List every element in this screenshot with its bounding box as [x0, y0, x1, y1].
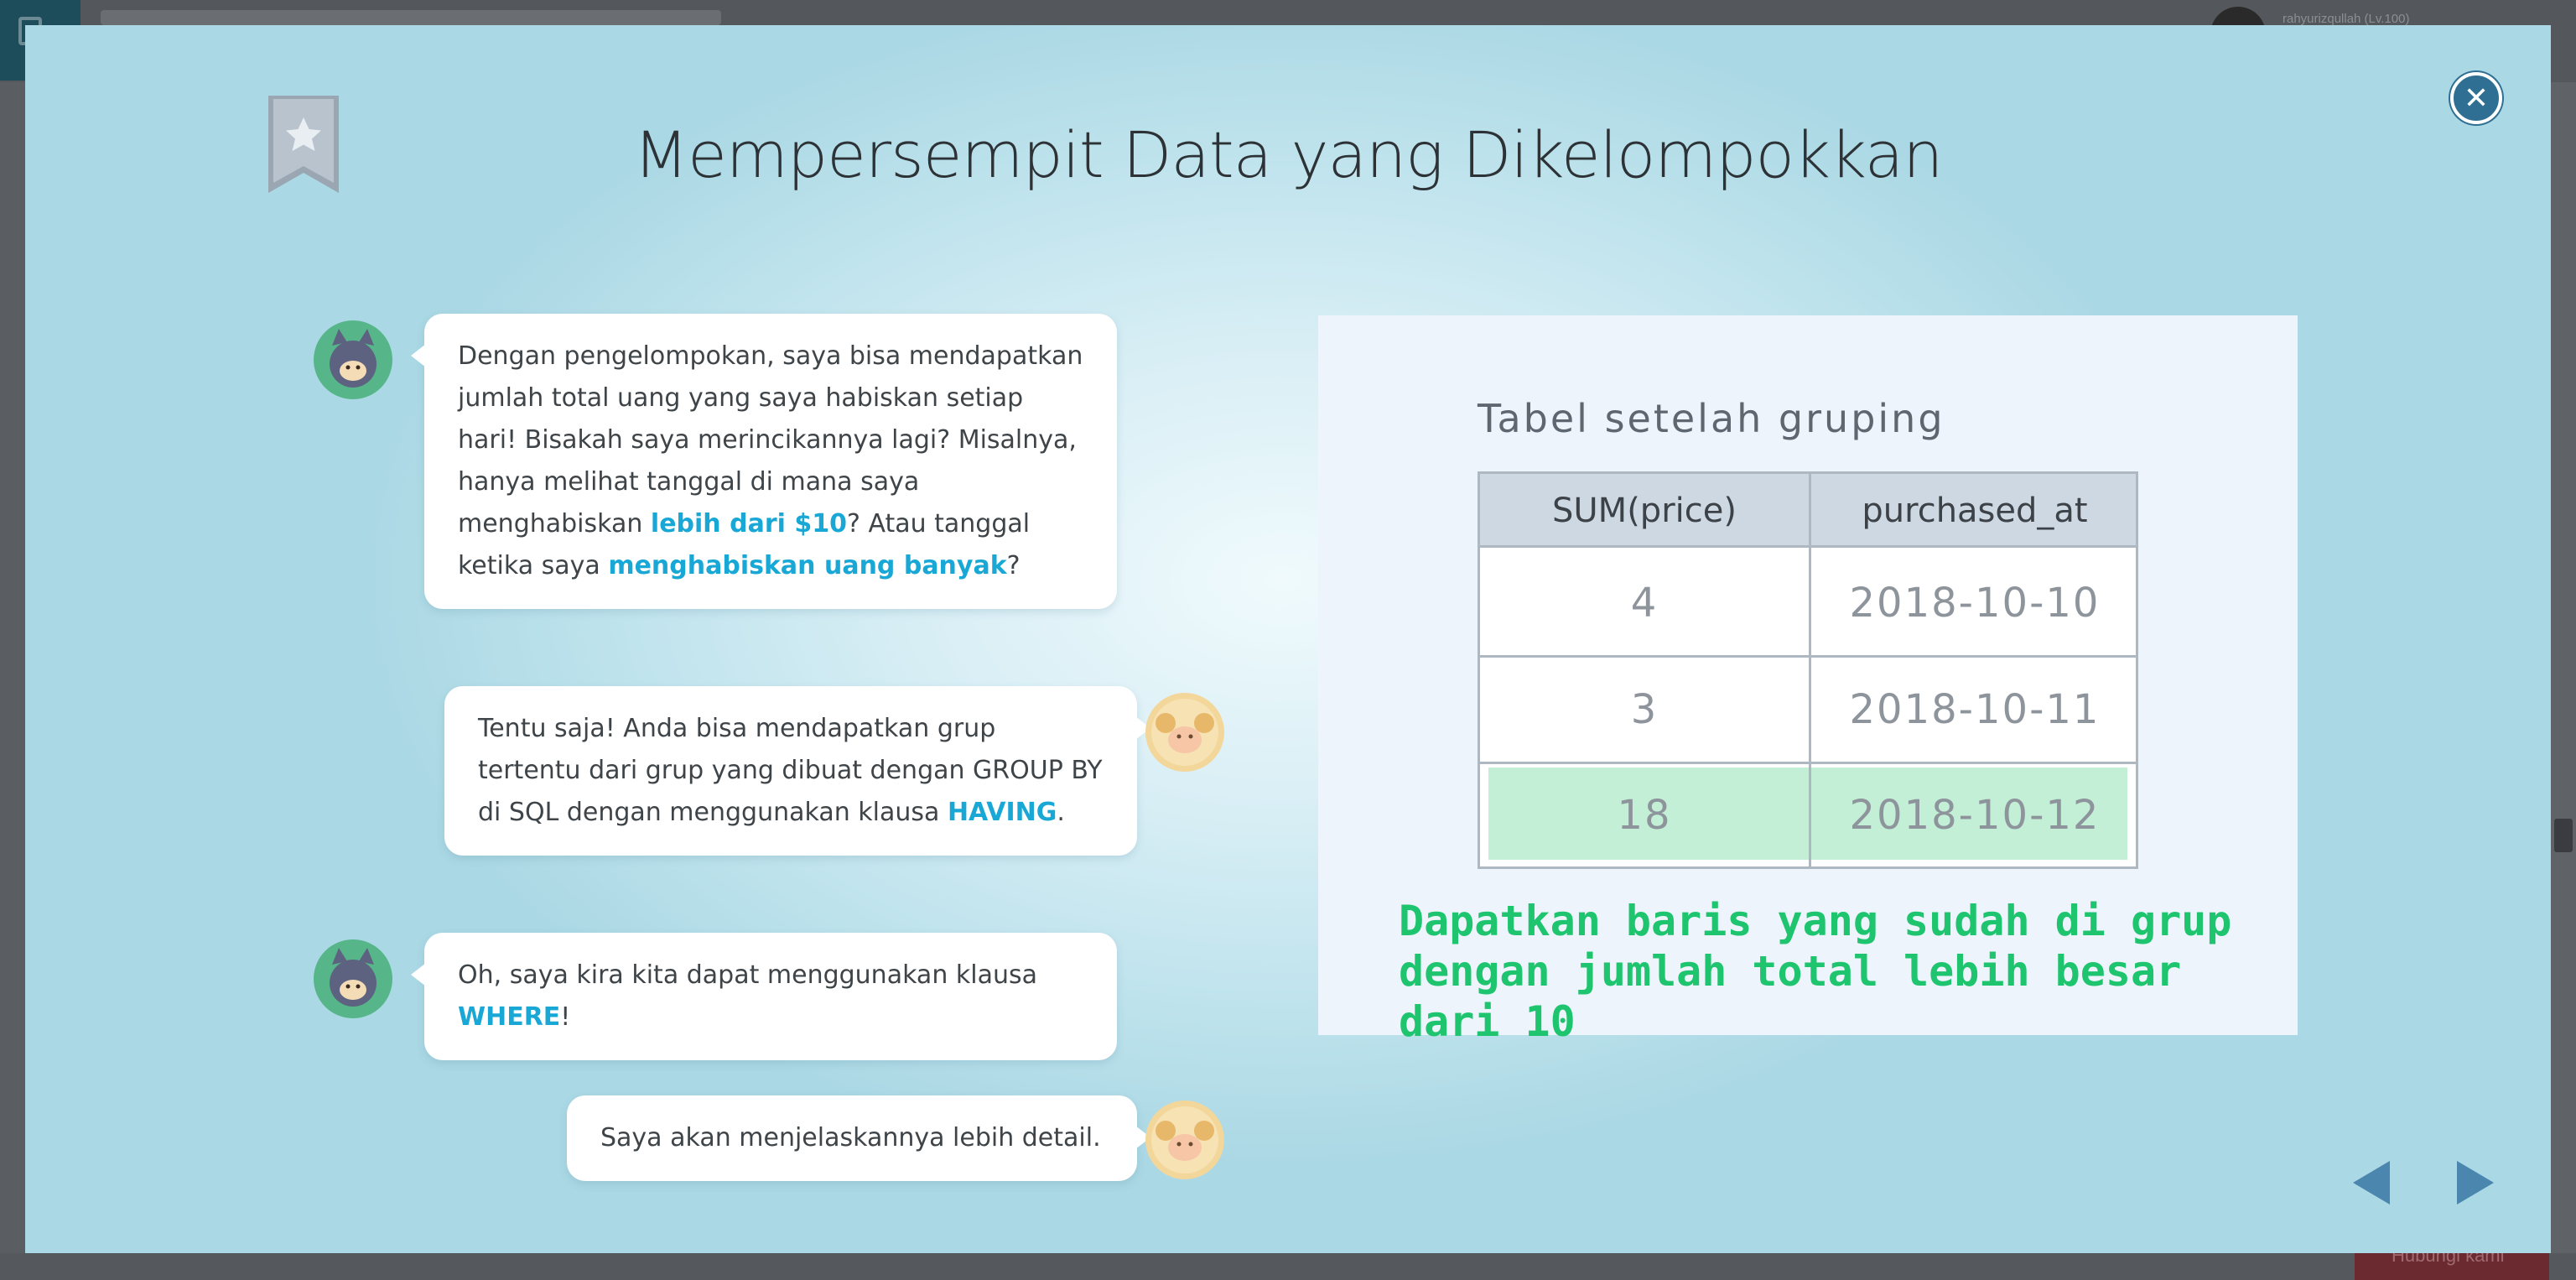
table-annotation: Dapatkan baris yang sudah di grup dengan… [1399, 897, 2232, 1046]
background-progress-bar [101, 10, 721, 25]
table-cell-date: 2018-10-11 [1849, 686, 2101, 733]
triangle-right-icon[interactable] [2457, 1161, 2494, 1205]
background-footer [0, 1253, 2576, 1280]
slide-title: Mempersempit Data yang Dikelompokkan [633, 117, 1944, 192]
table-cell-sum: 3 [1630, 686, 1659, 733]
table-cell-sum: 18 [1617, 792, 1672, 839]
cat-avatar-icon [314, 939, 392, 1018]
message-text: . [1057, 798, 1065, 827]
column-header: SUM(price) [1552, 492, 1737, 530]
lesson-slide-modal: Mempersempit Data yang Dikelompokkan ✕ D… [25, 25, 2551, 1253]
chat-bubble-1: Dengan pengelompokan, saya bisa mendapat… [411, 314, 1117, 609]
grouped-data-table: SUM(price) purchased_at 4 2018-10-10 3 2… [1478, 471, 2138, 869]
triangle-left-icon[interactable] [2353, 1161, 2390, 1205]
highlighted-text: WHERE [458, 1002, 561, 1032]
sheep-avatar-icon [1145, 1100, 1224, 1179]
message-text: ? [1006, 551, 1021, 580]
highlighted-text: menghabiskan uang banyak [608, 551, 1007, 580]
username: rahyurizqullah (Lv.100) [2283, 12, 2410, 26]
scrollbar-thumb[interactable] [2554, 819, 2573, 852]
background-sidebar [0, 82, 25, 1257]
illustration-panel: Tabel setelah gruping SUM(price) purchas… [1318, 315, 2298, 1046]
column-header: purchased_at [1862, 492, 2088, 530]
close-x-icon: ✕ [2463, 81, 2490, 116]
message-text: Oh, saya kira kita dapat menggunakan kla… [458, 960, 1037, 990]
table-caption: Tabel setelah gruping [1478, 396, 1945, 441]
close-button[interactable]: ✕ [2450, 72, 2502, 124]
chat-bubble-3: Oh, saya kira kita dapat menggunakan kla… [411, 933, 1117, 1060]
chat-bubble-4: Saya akan menjelaskannya lebih detail. [567, 1095, 1150, 1181]
highlighted-text: HAVING [947, 798, 1057, 827]
message-text: ! [560, 1002, 571, 1032]
table-cell-date: 2018-10-10 [1849, 579, 2101, 627]
sheep-avatar-icon [1145, 693, 1224, 772]
message-text: Saya akan menjelaskannya lebih detail. [600, 1123, 1101, 1153]
cat-avatar-icon [314, 320, 392, 399]
table-cell-date: 2018-10-12 [1849, 792, 2101, 839]
table-cell-sum: 4 [1630, 579, 1659, 627]
chat-bubble-2: Tentu saja! Anda bisa mendapatkan grup t… [444, 686, 1150, 856]
highlighted-text: lebih dari $10 [650, 509, 847, 539]
